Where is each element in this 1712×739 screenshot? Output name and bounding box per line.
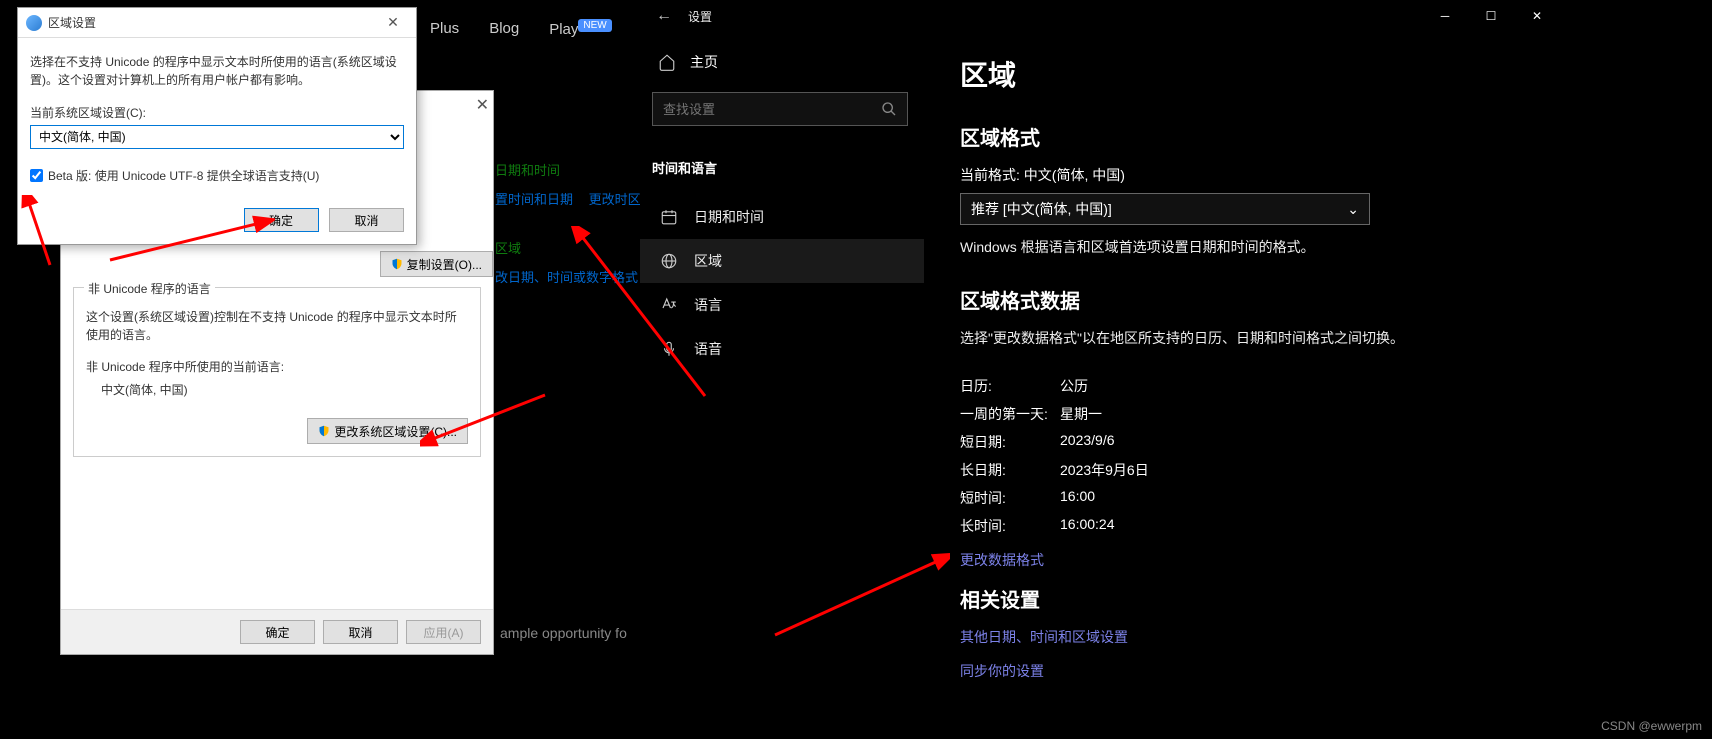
related-settings-heading: 相关设置	[960, 584, 1540, 613]
system-locale-select[interactable]: 中文(简体, 中国)	[30, 125, 404, 149]
row-value: 16:00:24	[1060, 516, 1115, 536]
region-format-data-heading: 区域格式数据	[960, 285, 1540, 314]
dialog-button-bar: 确定 取消 应用(A)	[61, 609, 493, 654]
row-value: 星期一	[1060, 404, 1102, 424]
category-datetime-heading: 日期和时间	[495, 160, 653, 179]
dialog-description: 选择在不支持 Unicode 的程序中显示文本时所使用的语言(系统区域设置)。这…	[30, 53, 404, 89]
utf8-beta-label: Beta 版: 使用 Unicode UTF-8 提供全球语言支持(U)	[48, 167, 319, 184]
row-key: 长时间:	[960, 516, 1060, 536]
chevron-down-icon: ⌄	[1347, 201, 1359, 218]
current-language-value: 中文(简体, 中国)	[86, 381, 468, 398]
format-description: Windows 根据语言和区域首选项设置日期和时间的格式。	[960, 237, 1540, 257]
sync-settings-link[interactable]: 同步你的设置	[960, 661, 1540, 681]
row-key: 短时间:	[960, 488, 1060, 508]
dialog-title: 区域设置	[48, 14, 378, 31]
group-legend: 非 Unicode 程序的语言	[84, 280, 215, 297]
row-key: 长日期:	[960, 460, 1060, 480]
format-data-table: 日历:公历一周的第一天:星期一短日期:2023/9/6长日期:2023年9月6日…	[960, 376, 1540, 536]
close-icon[interactable]: ✕	[378, 14, 408, 31]
current-locale-label: 当前系统区域设置(C):	[30, 104, 404, 121]
region-format-heading: 区域格式	[960, 122, 1540, 151]
utf8-beta-checkbox[interactable]	[30, 169, 43, 182]
maximize-button[interactable]: ☐	[1468, 1, 1514, 31]
sidebar-item-region[interactable]: 区域	[640, 239, 924, 283]
window-title: 设置	[688, 8, 1422, 25]
sidebar-item-datetime[interactable]: 日期和时间	[640, 195, 924, 239]
other-date-region-link[interactable]: 其他日期、时间和区域设置	[960, 627, 1540, 647]
home-icon	[658, 53, 676, 71]
nav-play[interactable]: PlayNEW	[549, 20, 612, 38]
current-format-label: 当前格式: 中文(简体, 中国)	[960, 165, 1540, 185]
settings-search[interactable]	[652, 92, 908, 126]
ok-button[interactable]: 确定	[240, 620, 315, 644]
close-button[interactable]: ✕	[1514, 1, 1560, 31]
nav-plus[interactable]: Plus	[430, 20, 459, 38]
table-row: 短日期:2023/9/6	[960, 432, 1540, 452]
row-value: 2023/9/6	[1060, 432, 1115, 452]
link-change-formats[interactable]: 改日期、时间或数字格式	[495, 270, 638, 285]
cancel-button[interactable]: 取消	[329, 208, 404, 232]
shield-icon	[318, 425, 330, 437]
nav-blog[interactable]: Blog	[489, 20, 519, 38]
change-data-format-link[interactable]: 更改数据格式	[960, 550, 1540, 570]
link-set-datetime[interactable]: 置时间和日期	[495, 192, 573, 207]
settings-main-content: 区域 区域格式 当前格式: 中文(简体, 中国) 推荐 [中文(简体, 中国)]…	[930, 32, 1560, 685]
language-icon	[660, 296, 678, 314]
windows-settings-app: ← 设置 ─ ☐ ✕ 主页 时间和语言 日期和时间 区域	[640, 0, 1560, 685]
category-region-heading: 区域	[495, 238, 653, 257]
table-row: 短时间:16:00	[960, 488, 1540, 508]
globe-icon	[660, 252, 678, 270]
sidebar-section-time-language: 时间和语言	[640, 146, 924, 195]
group-description: 这个设置(系统区域设置)控制在不支持 Unicode 的程序中显示文本时所使用的…	[86, 308, 468, 344]
microphone-icon	[660, 340, 678, 358]
row-value: 2023年9月6日	[1060, 460, 1149, 480]
sidebar-home[interactable]: 主页	[640, 42, 924, 82]
data-description: 选择"更改数据格式"以在地区所支持的日历、日期和时间格式之间切换。	[960, 328, 1540, 348]
settings-titlebar: ← 设置 ─ ☐ ✕	[640, 0, 1560, 32]
minimize-button[interactable]: ─	[1422, 1, 1468, 31]
search-input[interactable]	[663, 102, 881, 117]
dialog-titlebar: 区域设置 ✕	[18, 8, 416, 38]
shield-icon	[391, 258, 403, 270]
sidebar-item-speech[interactable]: 语音	[640, 327, 924, 371]
copy-settings-button[interactable]: 复制设置(O)...	[380, 251, 493, 277]
row-key: 短日期:	[960, 432, 1060, 452]
change-system-locale-button[interactable]: 更改系统区域设置(C)...	[307, 418, 468, 444]
new-badge: NEW	[578, 19, 611, 32]
background-browser-nav: Plus Blog PlayNEW	[430, 20, 612, 38]
row-value: 16:00	[1060, 488, 1095, 508]
region-format-combobox[interactable]: 推荐 [中文(简体, 中国)] ⌄	[960, 193, 1370, 225]
ok-button[interactable]: 确定	[244, 208, 319, 232]
row-key: 日历:	[960, 376, 1060, 396]
settings-sidebar: 主页 时间和语言 日期和时间 区域 语言 语音	[640, 32, 930, 685]
page-title: 区域	[960, 54, 1540, 94]
close-icon[interactable]: ✕	[476, 95, 489, 115]
non-unicode-group: 非 Unicode 程序的语言 这个设置(系统区域设置)控制在不支持 Unico…	[73, 287, 481, 457]
table-row: 长日期:2023年9月6日	[960, 460, 1540, 480]
watermark: CSDN @ewwerpm	[1601, 719, 1702, 733]
row-key: 一周的第一天:	[960, 404, 1060, 424]
link-change-timezone[interactable]: 更改时区	[589, 192, 641, 207]
control-panel-category-links: 日期和时间 置时间和日期 更改时区 区域 改日期、时间或数字格式	[495, 160, 653, 316]
search-icon	[881, 101, 897, 117]
sidebar-item-language[interactable]: 语言	[640, 283, 924, 327]
background-text-fragment: ample opportunity fo	[500, 625, 627, 641]
table-row: 日历:公历	[960, 376, 1540, 396]
table-row: 一周的第一天:星期一	[960, 404, 1540, 424]
calendar-icon	[660, 208, 678, 226]
row-value: 公历	[1060, 376, 1088, 396]
globe-icon	[26, 15, 42, 31]
cancel-button[interactable]: 取消	[323, 620, 398, 644]
current-language-label: 非 Unicode 程序中所使用的当前语言:	[86, 358, 468, 375]
region-settings-dialog: 区域设置 ✕ 选择在不支持 Unicode 的程序中显示文本时所使用的语言(系统…	[17, 7, 417, 245]
apply-button[interactable]: 应用(A)	[406, 620, 481, 644]
table-row: 长时间:16:00:24	[960, 516, 1540, 536]
back-button[interactable]: ←	[640, 7, 688, 25]
